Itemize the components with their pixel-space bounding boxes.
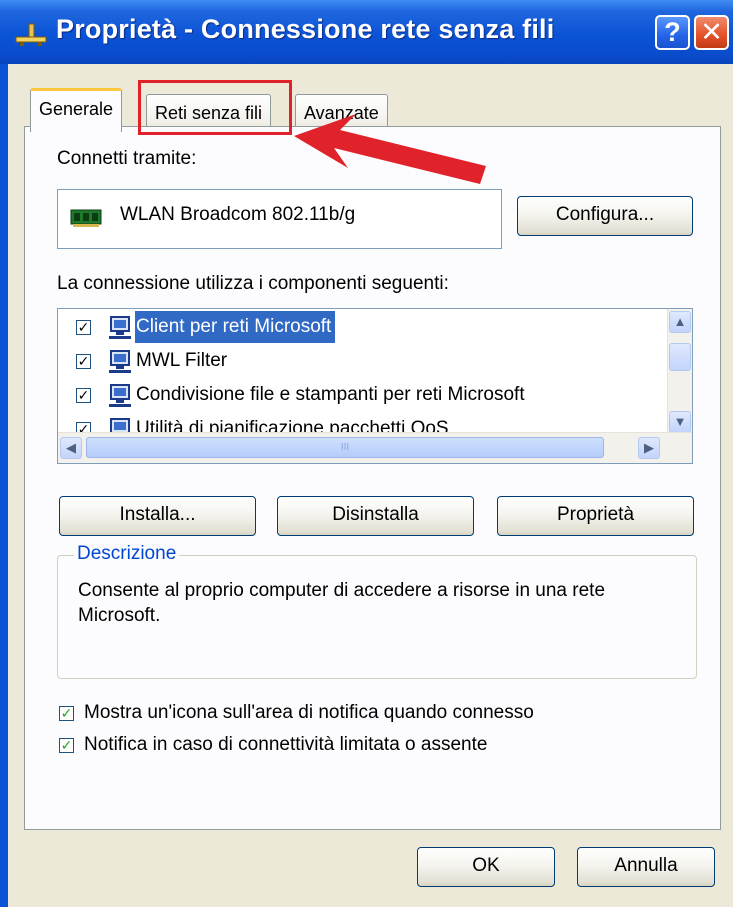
scroll-left-button[interactable]: ◀	[60, 437, 82, 459]
uninstall-button[interactable]: Disinstalla	[277, 496, 474, 536]
scroll-right-button[interactable]: ▶	[638, 437, 660, 459]
horizontal-scrollbar[interactable]: ◀ III ▶	[58, 432, 692, 463]
scroll-up-button[interactable]: ▲	[669, 311, 691, 333]
network-computer-icon	[109, 350, 131, 373]
component-checkbox[interactable]: ✓	[76, 320, 91, 335]
component-checkbox[interactable]: ✓	[76, 354, 91, 369]
list-item[interactable]: ✓ Client per reti Microsoft	[58, 311, 658, 343]
configure-button[interactable]: Configura...	[517, 196, 693, 236]
component-label: Condivisione file e stampanti per reti M…	[136, 384, 525, 405]
show-icon-checkbox[interactable]: ✓	[59, 706, 74, 721]
components-list[interactable]: ✓ Client per reti Microsoft ✓ MWL Filter…	[57, 308, 693, 464]
list-item[interactable]: ✓ Condivisione file e stampanti per reti…	[58, 379, 658, 411]
properties-dialog: Proprietà - Connessione rete senza fili …	[0, 0, 733, 907]
adapter-name: WLAN Broadcom 802.11b/g	[120, 204, 356, 225]
component-checkbox[interactable]: ✓	[76, 388, 91, 403]
connect-using-label: Connetti tramite:	[57, 148, 197, 169]
annotation-highlight-box	[138, 80, 292, 135]
ok-button[interactable]: OK	[417, 847, 555, 887]
vertical-scrollbar[interactable]: ▲ ▼	[667, 309, 692, 435]
properties-button[interactable]: Proprietà	[497, 496, 694, 536]
component-label: MWL Filter	[136, 350, 228, 371]
install-button[interactable]: Installa...	[59, 496, 256, 536]
list-item[interactable]: ✓ MWL Filter	[58, 345, 658, 377]
notify-checkbox[interactable]: ✓	[59, 738, 74, 753]
scroll-thumb[interactable]	[669, 343, 691, 371]
scroll-down-button[interactable]: ▼	[669, 411, 691, 433]
annotation-arrow-icon	[294, 114, 486, 184]
network-computer-icon	[109, 316, 131, 339]
network-computer-icon	[109, 384, 131, 407]
horizontal-scroll-thumb[interactable]: III	[86, 437, 604, 458]
description-legend: Descrizione	[74, 543, 180, 565]
components-label: La connessione utilizza i componenti seg…	[57, 273, 449, 294]
adapter-field: WLAN Broadcom 802.11b/g	[57, 189, 502, 249]
component-label: Client per reti Microsoft	[135, 311, 336, 343]
notify-label[interactable]: Notifica in caso di connettività limitat…	[84, 734, 487, 756]
network-card-icon	[70, 209, 102, 227]
show-icon-label[interactable]: Mostra un'icona sull'area di notifica qu…	[84, 702, 534, 724]
cancel-button[interactable]: Annulla	[577, 847, 715, 887]
description-text: Consente al proprio computer di accedere…	[78, 580, 606, 626]
